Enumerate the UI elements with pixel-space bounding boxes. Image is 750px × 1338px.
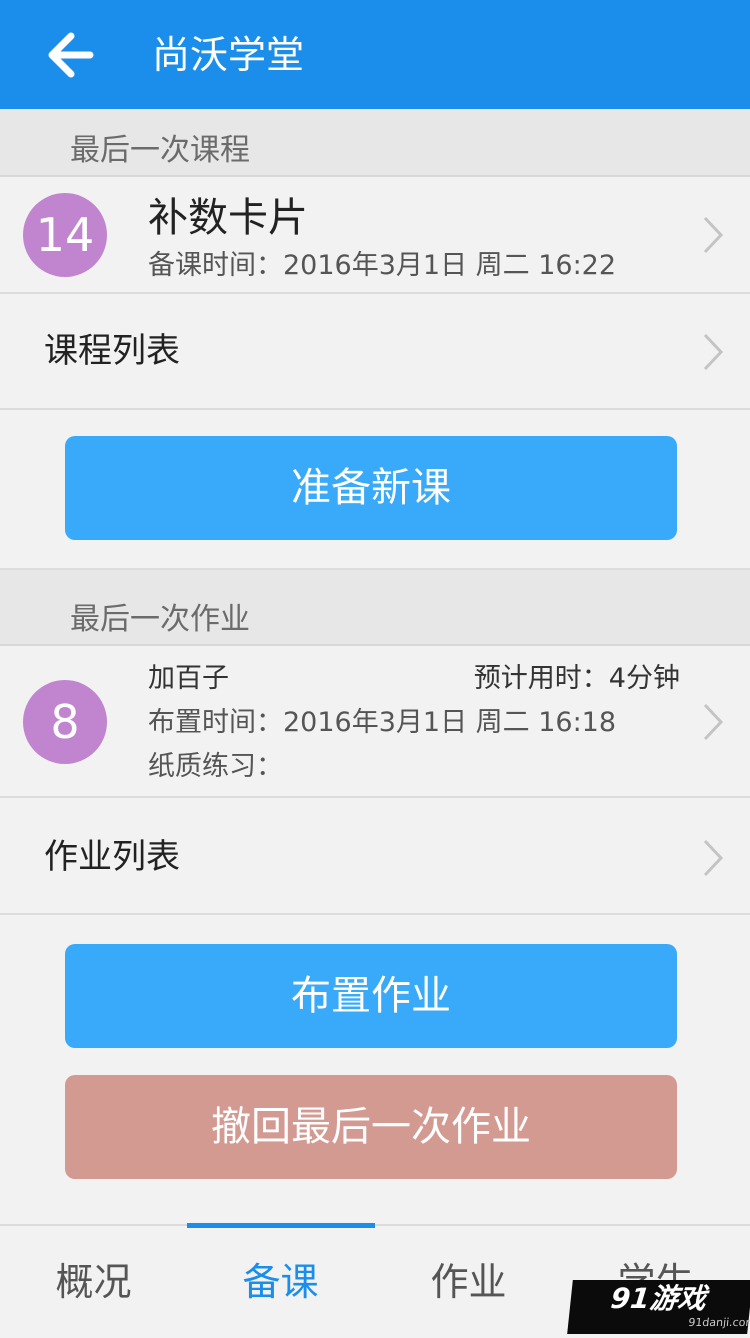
section-title: 最后一次课程 xyxy=(70,133,250,168)
app-bar: 尚沃学堂 xyxy=(0,0,750,109)
homework-assign-time: 布置时间：2016年3月1日 周二 16:18 xyxy=(148,707,617,738)
app-title: 尚沃学堂 xyxy=(152,33,305,77)
prepare-new-lesson-button[interactable]: 准备新课 xyxy=(65,436,677,540)
lesson-name: 补数卡片 xyxy=(148,195,308,241)
section-title: 最后一次作业 xyxy=(70,602,250,637)
homework-estimated-time: 预计用时：4分钟 xyxy=(473,663,680,694)
tab-lesson-prep[interactable]: 备课 xyxy=(187,1226,374,1336)
homework-name: 加百子 xyxy=(148,663,229,694)
homework-list-label: 作业列表 xyxy=(44,837,180,877)
watermark-text: 91游戏 xyxy=(609,1282,708,1315)
chevron-right-icon xyxy=(702,702,724,742)
chevron-right-icon xyxy=(702,215,724,255)
watermark-url: 91danji.com xyxy=(687,1316,750,1329)
section-header-last-homework: 最后一次作业 xyxy=(0,568,750,646)
last-lesson-row[interactable]: 14 补数卡片 备课时间：2016年3月1日 周二 16:22 xyxy=(0,177,750,294)
homework-paper-practice: 纸质练习： xyxy=(148,751,283,782)
section-header-last-lesson: 最后一次课程 xyxy=(0,109,750,177)
lesson-count-badge: 14 xyxy=(23,193,107,277)
watermark-logo: 91游戏 91danji.com xyxy=(567,1280,750,1334)
lesson-list-row[interactable]: 课程列表 xyxy=(0,294,750,410)
homework-list-row[interactable]: 作业列表 xyxy=(0,798,750,915)
lesson-list-label: 课程列表 xyxy=(44,331,180,371)
lesson-prep-time: 备课时间：2016年3月1日 周二 16:22 xyxy=(148,250,617,281)
revoke-last-homework-button[interactable]: 撤回最后一次作业 xyxy=(65,1075,677,1179)
chevron-right-icon xyxy=(702,838,724,878)
last-homework-row[interactable]: 8 加百子 预计用时：4分钟 布置时间：2016年3月1日 周二 16:18 纸… xyxy=(0,646,750,798)
assign-homework-button[interactable]: 布置作业 xyxy=(65,944,677,1048)
tab-homework[interactable]: 作业 xyxy=(375,1226,562,1336)
arrow-left-icon xyxy=(48,32,94,78)
chevron-right-icon xyxy=(702,332,724,372)
tab-overview[interactable]: 概况 xyxy=(0,1226,187,1336)
homework-count-badge: 8 xyxy=(23,680,107,764)
back-button[interactable] xyxy=(38,22,108,88)
